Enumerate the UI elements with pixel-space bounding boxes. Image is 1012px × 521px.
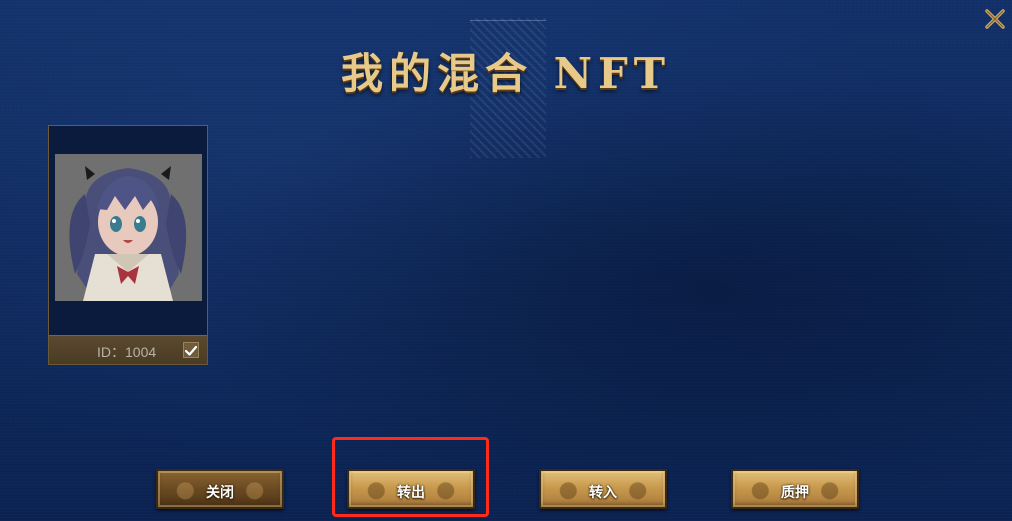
transfer-out-button-label: 转出 bbox=[397, 485, 425, 501]
nft-card-footer: ID：1004 bbox=[49, 335, 207, 364]
transfer-out-button[interactable]: 转出 bbox=[347, 469, 475, 509]
check-icon bbox=[184, 345, 198, 356]
page-title: 我的混合 NFT bbox=[340, 49, 672, 98]
transfer-in-button[interactable]: 转入 bbox=[539, 469, 667, 509]
pledge-button-label: 质押 bbox=[781, 485, 809, 501]
pledge-button[interactable]: 质押 bbox=[731, 469, 859, 509]
close-button[interactable]: 关闭 bbox=[156, 469, 284, 509]
close-button-label: 关闭 bbox=[206, 485, 234, 501]
nft-id-label: ID：1004 bbox=[97, 344, 157, 360]
close-icon[interactable] bbox=[982, 6, 1008, 32]
nft-image bbox=[55, 154, 202, 301]
nft-select-checkbox[interactable] bbox=[183, 342, 199, 358]
nft-card[interactable]: ID：1004 bbox=[48, 125, 208, 365]
transfer-in-button-label: 转入 bbox=[589, 485, 617, 501]
anime-girl-portrait-icon bbox=[55, 154, 202, 301]
